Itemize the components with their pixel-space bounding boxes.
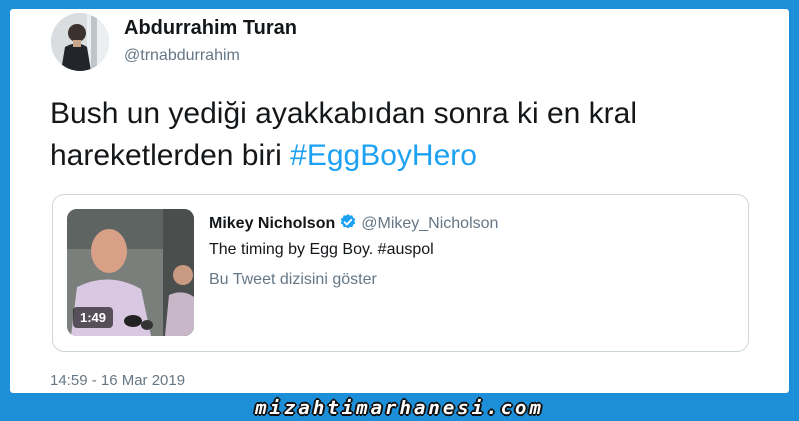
video-duration: 1:49 xyxy=(73,307,114,328)
verified-badge-icon xyxy=(339,213,357,236)
watermark-text: mizahtimarhanesi.com xyxy=(255,397,544,419)
quoted-author-name[interactable]: Mikey Nicholson xyxy=(209,215,335,232)
tweet-text-line-2: hareketlerden biri #EggBoyHero xyxy=(50,135,750,177)
tweet-card: Abdurrahim Turan @trnabdurrahim Bush un … xyxy=(10,9,789,393)
video-thumbnail[interactable]: 1:49 xyxy=(67,209,194,336)
avatar-photo xyxy=(51,13,109,71)
show-thread-link[interactable]: Bu Tweet dizisini göster xyxy=(209,271,377,289)
tweet-text: Bush un yediği ayakkabıdan sonra ki en k… xyxy=(50,93,750,177)
quoted-tweet[interactable]: 1:49 Mikey Nicholson @Mikey_Nicholson The… xyxy=(52,194,749,352)
quoted-author-handle[interactable]: @Mikey_Nicholson xyxy=(361,215,498,232)
author-handle[interactable]: @trnabdurrahim xyxy=(124,47,240,65)
author-name[interactable]: Abdurrahim Turan xyxy=(124,17,297,40)
hashtag-link[interactable]: #EggBoyHero xyxy=(290,139,477,172)
author-avatar[interactable] xyxy=(51,13,109,71)
tweet-text-line-2-prefix: hareketlerden biri xyxy=(50,139,291,172)
quoted-tweet-header: Mikey Nicholson @Mikey_Nicholson xyxy=(209,213,498,236)
tweet-text-line-1: Bush un yediği ayakkabıdan sonra ki en k… xyxy=(50,97,638,130)
tweet-timestamp[interactable]: 14:59 - 16 Mar 2019 xyxy=(50,372,185,389)
quoted-tweet-text: The timing by Egg Boy. #auspol xyxy=(209,241,434,258)
